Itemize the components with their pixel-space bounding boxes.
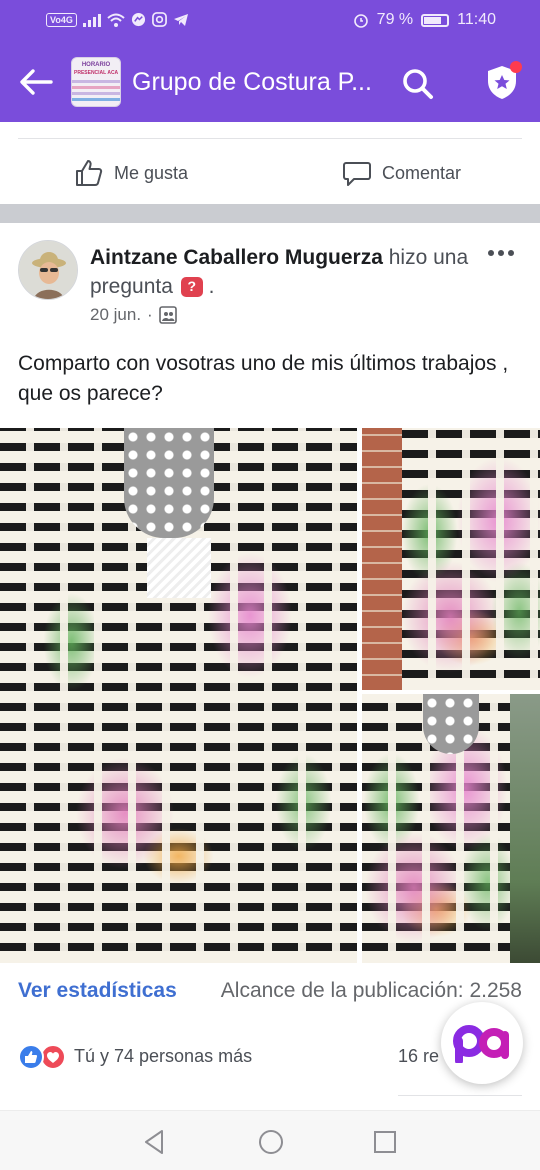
system-nav-bar	[0, 1110, 540, 1170]
circle-home-icon	[259, 1130, 283, 1154]
status-right-icons: 79 % 11:40	[353, 11, 496, 29]
messenger-icon	[131, 12, 145, 27]
battery-icon	[421, 13, 450, 27]
post-date[interactable]: 20 jun.	[90, 305, 141, 325]
pa-app-icon	[453, 1025, 509, 1063]
author-name[interactable]: Aintzane Caballero Muguerza	[90, 246, 383, 269]
question-icon: ?	[180, 276, 203, 297]
view-insights-link[interactable]: Ver estadísticas	[18, 979, 177, 1003]
thumbs-up-icon	[76, 160, 103, 186]
back-arrow-icon	[20, 69, 53, 95]
app-bar: HORARIO PRESENCIAL ACADEMIA Grupo de Cos…	[0, 44, 540, 122]
divider	[398, 1095, 522, 1096]
triangle-back-icon	[145, 1130, 163, 1154]
wifi-icon	[107, 13, 125, 27]
post-reach: Alcance de la publicación: 2.258	[220, 979, 522, 1002]
divider	[18, 138, 522, 139]
instagram-icon	[151, 12, 167, 27]
feed-separator	[0, 204, 540, 223]
reaction-icons	[18, 1044, 70, 1070]
telegram-icon	[173, 13, 188, 26]
author-avatar[interactable]	[18, 240, 78, 300]
group-thumb-subtitle: PRESENCIAL ACADEMIA	[74, 70, 118, 76]
post-photo-main[interactable]	[0, 428, 357, 963]
dress-form	[123, 428, 214, 538]
more-horizontal-icon	[488, 250, 514, 256]
group-thumb-title: HORARIO	[81, 62, 111, 68]
group-title[interactable]: Grupo de Costura P...	[132, 68, 372, 97]
reaction-summary: Tú y 74 personas más	[74, 1046, 253, 1066]
group-thumbnail[interactable]: HORARIO PRESENCIAL ACADEMIA	[71, 57, 121, 107]
pa-floating-button[interactable]	[441, 1002, 523, 1084]
status-bar: Vo4G 79 % 11:40	[0, 0, 540, 44]
action-end: .	[208, 275, 215, 298]
search-icon	[403, 69, 433, 99]
post-meta: 20 jun. ·	[90, 305, 177, 325]
post-photo-side-bottom[interactable]	[362, 694, 540, 963]
dress-form	[423, 694, 479, 754]
jacket-pattern	[402, 428, 540, 690]
nav-recents-button[interactable]	[370, 1127, 400, 1157]
signal-icon	[82, 13, 101, 27]
search-button[interactable]	[398, 64, 438, 104]
alarm-icon	[353, 14, 368, 28]
admin-shield-button[interactable]	[480, 60, 524, 104]
group-audience-icon	[158, 306, 177, 324]
comment-button[interactable]: Comentar	[342, 158, 461, 188]
like-label: Me gusta	[114, 162, 189, 183]
like-reaction-icon	[18, 1044, 44, 1070]
like-button[interactable]: Me gusta	[74, 158, 188, 188]
post-author-line: Aintzane Caballero Muguerza hizo una pre…	[90, 243, 480, 301]
reaction-count: 16 re	[398, 1046, 440, 1066]
post-text: Comparto con vosotras uno de mis últimos…	[18, 352, 509, 405]
clock: 11:40	[457, 11, 496, 28]
avatar-photo	[19, 241, 77, 299]
comment-label: Comentar	[382, 162, 462, 183]
battery-percent: 79 %	[376, 11, 414, 28]
more-options-button[interactable]	[484, 238, 518, 268]
nav-back-button[interactable]	[140, 1127, 170, 1157]
meta-separator: ·	[147, 305, 153, 324]
post-photo-side-top[interactable]	[362, 428, 540, 690]
lace-top	[146, 538, 211, 598]
action-text-1: hizo	[388, 246, 428, 269]
previous-post-actions: Me gusta Comentar	[0, 122, 540, 204]
nav-home-button[interactable]	[256, 1127, 286, 1157]
photo-background-foliage	[510, 694, 540, 963]
status-left-icons: Vo4G	[46, 12, 189, 27]
square-recents-icon	[374, 1131, 396, 1153]
back-button[interactable]	[16, 64, 56, 100]
comment-bubble-icon	[343, 162, 371, 186]
notification-dot	[510, 61, 522, 73]
photo-background-brick	[362, 428, 402, 690]
volte-badge: Vo4G	[46, 12, 77, 27]
